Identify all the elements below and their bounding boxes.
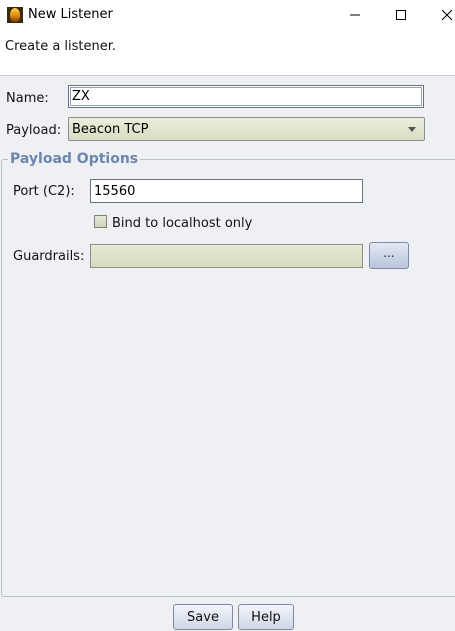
guardrails-label: Guardrails: — [13, 249, 85, 264]
payload-select[interactable]: Beacon TCP — [68, 117, 425, 141]
maximize-button[interactable] — [378, 0, 424, 30]
name-label: Name: — [6, 91, 49, 106]
description-banner: Create a listener. — [0, 30, 455, 76]
save-button[interactable]: Save — [173, 604, 233, 630]
close-button[interactable] — [424, 0, 455, 30]
minimize-button[interactable] — [332, 0, 378, 30]
bind-localhost-checkbox[interactable] — [94, 215, 107, 228]
title-bar: New Listener — [0, 0, 455, 30]
guardrails-browse-button[interactable]: ... — [369, 242, 409, 269]
help-button[interactable]: Help — [238, 604, 294, 630]
maximize-icon — [396, 10, 406, 20]
name-input[interactable] — [68, 85, 424, 108]
close-icon — [441, 9, 453, 21]
port-input[interactable] — [90, 179, 363, 203]
port-label: Port (C2): — [13, 184, 75, 199]
guardrails-field[interactable] — [90, 244, 363, 268]
bind-localhost-label: Bind to localhost only — [112, 216, 253, 231]
app-icon — [7, 7, 23, 23]
minimize-icon — [350, 14, 360, 16]
payload-options-title: Payload Options — [8, 151, 141, 167]
payload-label: Payload: — [6, 123, 62, 138]
window-title: New Listener — [28, 7, 113, 22]
payload-selected-value: Beacon TCP — [72, 122, 149, 137]
description-text: Create a listener. — [5, 39, 117, 54]
chevron-down-icon — [408, 127, 416, 132]
